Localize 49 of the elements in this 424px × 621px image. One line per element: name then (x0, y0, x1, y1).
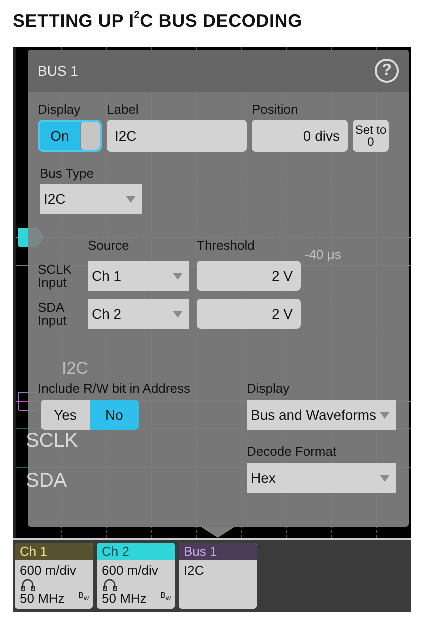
channel-badge[interactable]: Ch 2 600 m/div 50 MHz B$_{w}$ (97, 543, 175, 609)
column-header: Source (88, 238, 130, 253)
badge-title: Bus 1 (179, 543, 257, 560)
label-input[interactable]: I2C (107, 120, 247, 152)
display-toggle[interactable]: On (38, 120, 102, 152)
source-dropdown[interactable]: Ch 2 (88, 299, 189, 329)
reset-button[interactable]: Set to 0 (353, 120, 389, 152)
caret-icon (380, 412, 390, 418)
field-label: Position (252, 102, 300, 117)
source-dropdown[interactable]: Ch 1 (88, 261, 189, 291)
bandwidth-mark: B$_{w}$ (160, 591, 171, 603)
bus-type-dropdown[interactable]: I2C (40, 184, 142, 214)
input-label: SDA Input (38, 301, 68, 327)
decode-format-dropdown[interactable]: Hex (247, 463, 396, 493)
field-label: Display (38, 102, 82, 117)
probe-icon (21, 579, 35, 591)
caret-icon (173, 272, 183, 280)
badge-title: Ch 2 (97, 543, 175, 560)
field-label: Bus Type (40, 166, 95, 181)
caret-icon (380, 474, 390, 482)
caret-icon (126, 196, 136, 202)
probe-icon (103, 579, 117, 591)
help-button[interactable]: ? (375, 59, 399, 83)
input-label: SCLK Input (38, 263, 73, 289)
time-label: -40 μs (305, 247, 342, 262)
trace-label: I2C (62, 359, 88, 379)
badge-title: Ch 1 (15, 543, 93, 560)
threshold-input[interactable]: 2 V (197, 261, 301, 291)
channel-badge[interactable]: Ch 1 600 m/div 50 MHz B$_{w}$ (15, 543, 93, 609)
field-label: Include R/W bit in Address (38, 381, 192, 396)
caret-icon (173, 310, 183, 318)
scale-text: 600 m/div (19, 563, 78, 579)
bus-type-text: I2C (183, 563, 206, 579)
bus-badge[interactable]: Bus 1 I2C (179, 543, 257, 609)
field-label: Display (247, 381, 291, 396)
page-heading: SETTING UP I$^{2}$C BUS DECODING (13, 11, 304, 32)
dialog-title: BUS 1 (38, 63, 78, 79)
option-button[interactable]: No (90, 400, 139, 430)
field-label: Decode Format (247, 444, 338, 459)
bandwidth-text: 50 MHz (19, 591, 66, 607)
bandwidth-mark: B$_{w}$ (78, 591, 89, 603)
bandwidth-text: 50 MHz (101, 591, 148, 607)
threshold-input[interactable]: 2 V (197, 299, 301, 329)
scale-text: 600 m/div (101, 563, 160, 579)
display-dropdown[interactable]: Bus and Waveforms (247, 400, 396, 430)
option-button[interactable]: Yes (41, 400, 90, 430)
position-input[interactable]: 0 divs (252, 120, 348, 152)
field-label: Label (107, 102, 140, 117)
column-header: Threshold (197, 238, 256, 253)
